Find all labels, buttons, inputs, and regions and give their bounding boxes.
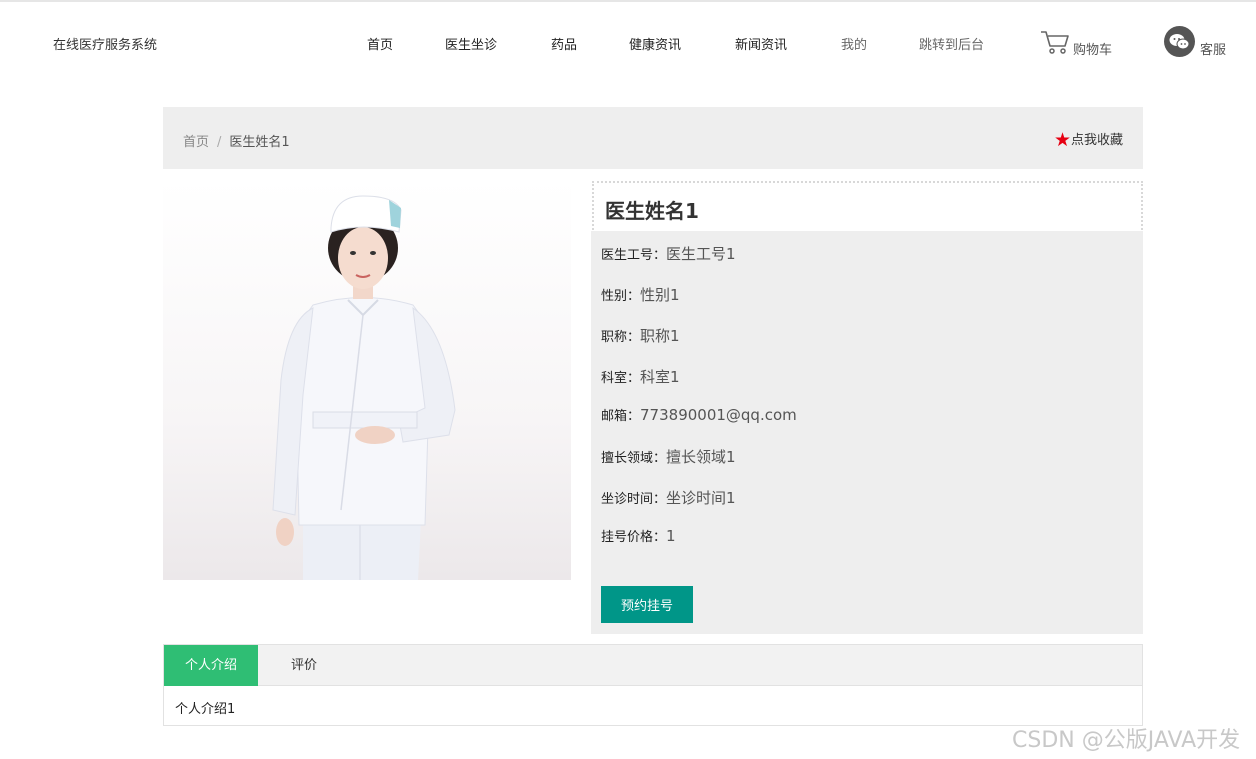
info-label: 科室： (601, 371, 641, 386)
doctor-info-panel: 医生工号：医生工号1 性别：性别1 职称：职称1 科室：科室1 邮箱：77389… (591, 231, 1143, 634)
info-row-gender: 性别：性别1 (601, 284, 680, 305)
tab-content: 个人介绍1 (175, 702, 236, 717)
info-value: 773890001@qq.com (640, 406, 797, 424)
nav-item-medicine[interactable]: 药品 (551, 34, 577, 53)
info-value: 坐诊时间1 (666, 489, 736, 507)
breadcrumb-current: 医生姓名1 (229, 135, 290, 150)
info-value: 医生工号1 (666, 245, 736, 263)
service-label: 客服 (1200, 43, 1227, 58)
info-label: 医生工号： (601, 248, 667, 263)
info-row-department: 科室：科室1 (601, 366, 680, 387)
tab-introduction[interactable]: 个人介绍 (164, 645, 258, 686)
nav-item-health-info[interactable]: 健康资讯 (629, 34, 681, 53)
info-label: 擅长领域： (601, 451, 667, 466)
doctor-name-box: 医生姓名1 (592, 181, 1143, 233)
breadcrumb: 首页 / 医生姓名1 (183, 131, 290, 150)
book-appointment-button[interactable]: 预约挂号 (601, 586, 693, 623)
info-label: 性别： (601, 289, 641, 304)
favorite-button[interactable]: ★点我收藏 (1054, 129, 1123, 151)
tab-reviews[interactable]: 评价 (272, 645, 336, 686)
watermark: CSDN @公版JAVA开发 (1012, 728, 1241, 753)
breadcrumb-home[interactable]: 首页 (183, 135, 209, 150)
info-row-specialty: 擅长领域：擅长领域1 (601, 446, 736, 467)
breadcrumb-separator: / (217, 135, 222, 150)
info-value: 科室1 (640, 368, 680, 386)
info-row-email: 邮箱：773890001@qq.com (601, 405, 797, 424)
cart-icon (1041, 31, 1069, 54)
cart-label: 购物车 (1073, 43, 1113, 58)
nav-item-mine[interactable]: 我的 (841, 34, 867, 53)
nav-item-news[interactable]: 新闻资讯 (735, 34, 787, 53)
wechat-icon (1164, 26, 1195, 57)
info-value: 职称1 (640, 327, 680, 345)
detail-tabs: 个人介绍 评价 个人介绍1 (163, 644, 1143, 726)
info-label: 职称： (601, 330, 641, 345)
info-label: 挂号价格： (601, 530, 667, 545)
breadcrumb-bar: 首页 / 医生姓名1 ★点我收藏 (163, 107, 1143, 169)
top-border (0, 0, 1256, 2)
info-row-fee: 挂号价格：1 (601, 526, 676, 545)
info-value: 擅长领域1 (666, 448, 736, 466)
nav-item-home[interactable]: 首页 (367, 34, 393, 53)
cart-link[interactable]: 购物车 (1040, 29, 1120, 58)
star-icon: ★ (1053, 129, 1071, 151)
info-row-staff-id: 医生工号：医生工号1 (601, 243, 736, 264)
info-row-title: 职称：职称1 (601, 325, 680, 346)
doctor-photo (163, 180, 571, 580)
doctor-name: 医生姓名1 (605, 199, 699, 223)
nav-item-backend[interactable]: 跳转到后台 (919, 34, 984, 53)
info-label: 邮箱： (601, 409, 641, 424)
info-value: 性别1 (640, 286, 680, 304)
favorite-label: 点我收藏 (1070, 133, 1123, 148)
customer-service-link[interactable]: 客服 (1164, 26, 1234, 58)
info-label: 坐诊时间： (601, 492, 667, 507)
info-row-schedule: 坐诊时间：坐诊时间1 (601, 487, 736, 508)
tab-header: 个人介绍 评价 (164, 645, 1142, 686)
nav-item-doctor-visit[interactable]: 医生坐诊 (445, 34, 497, 53)
info-value: 1 (666, 527, 676, 545)
